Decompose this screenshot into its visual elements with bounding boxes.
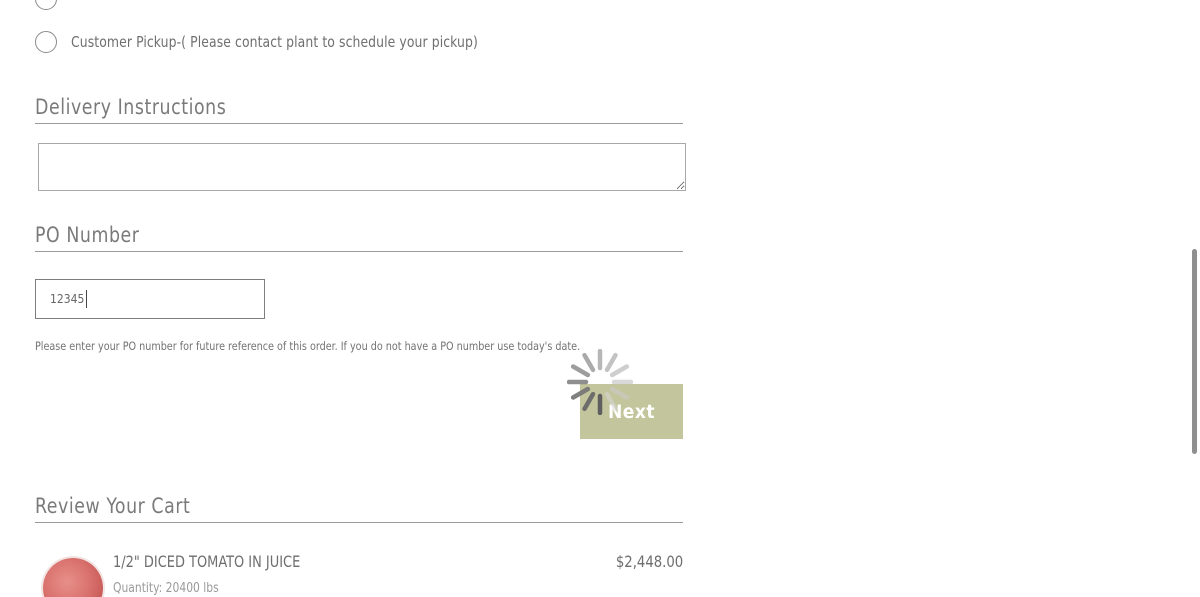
po-number-title: PO Number [35,223,140,247]
shipping-option-pickup[interactable]: Customer Pickup-( Please contact plant t… [35,31,513,53]
review-cart-heading: Review Your Cart [35,494,683,523]
po-number-heading: PO Number [35,223,683,252]
loading-spinner-icon [567,349,633,415]
spinner-spoke [609,364,630,378]
spinner-spoke [582,391,596,412]
po-number-input[interactable] [35,279,265,319]
radio-button[interactable] [35,0,57,10]
product-price: $2,448.00 [615,552,683,571]
spinner-spoke [609,386,630,400]
delivery-instructions-textarea[interactable] [38,143,686,191]
product-quantity: Quantity: 20400 lbs [113,581,219,596]
spinner-spoke [604,352,618,373]
checkout-page: Customer Pickup-( Please contact plant t… [0,0,1200,597]
spinner-spoke [570,364,591,378]
spinner-spoke [604,391,618,412]
product-image [43,558,103,597]
delivery-instructions-title: Delivery Instructions [35,95,227,119]
review-cart-title: Review Your Cart [35,494,191,518]
text-cursor [86,290,87,308]
delivery-instructions-heading: Delivery Instructions [35,95,683,124]
scrollbar-thumb[interactable] [1192,249,1197,454]
pickup-radio-button[interactable] [35,31,57,53]
cart-item: 1/2" DICED TOMATO IN JUICE Quantity: 204… [35,548,683,597]
pickup-option-label: Customer Pickup-( Please contact plant t… [71,33,478,51]
spinner-spoke [570,386,591,400]
product-name: 1/2" DICED TOMATO IN JUICE [113,552,301,571]
spinner-spoke [582,352,596,373]
po-help-text: Please enter your PO number for future r… [35,339,581,353]
shipping-option-partial[interactable] [35,0,71,10]
